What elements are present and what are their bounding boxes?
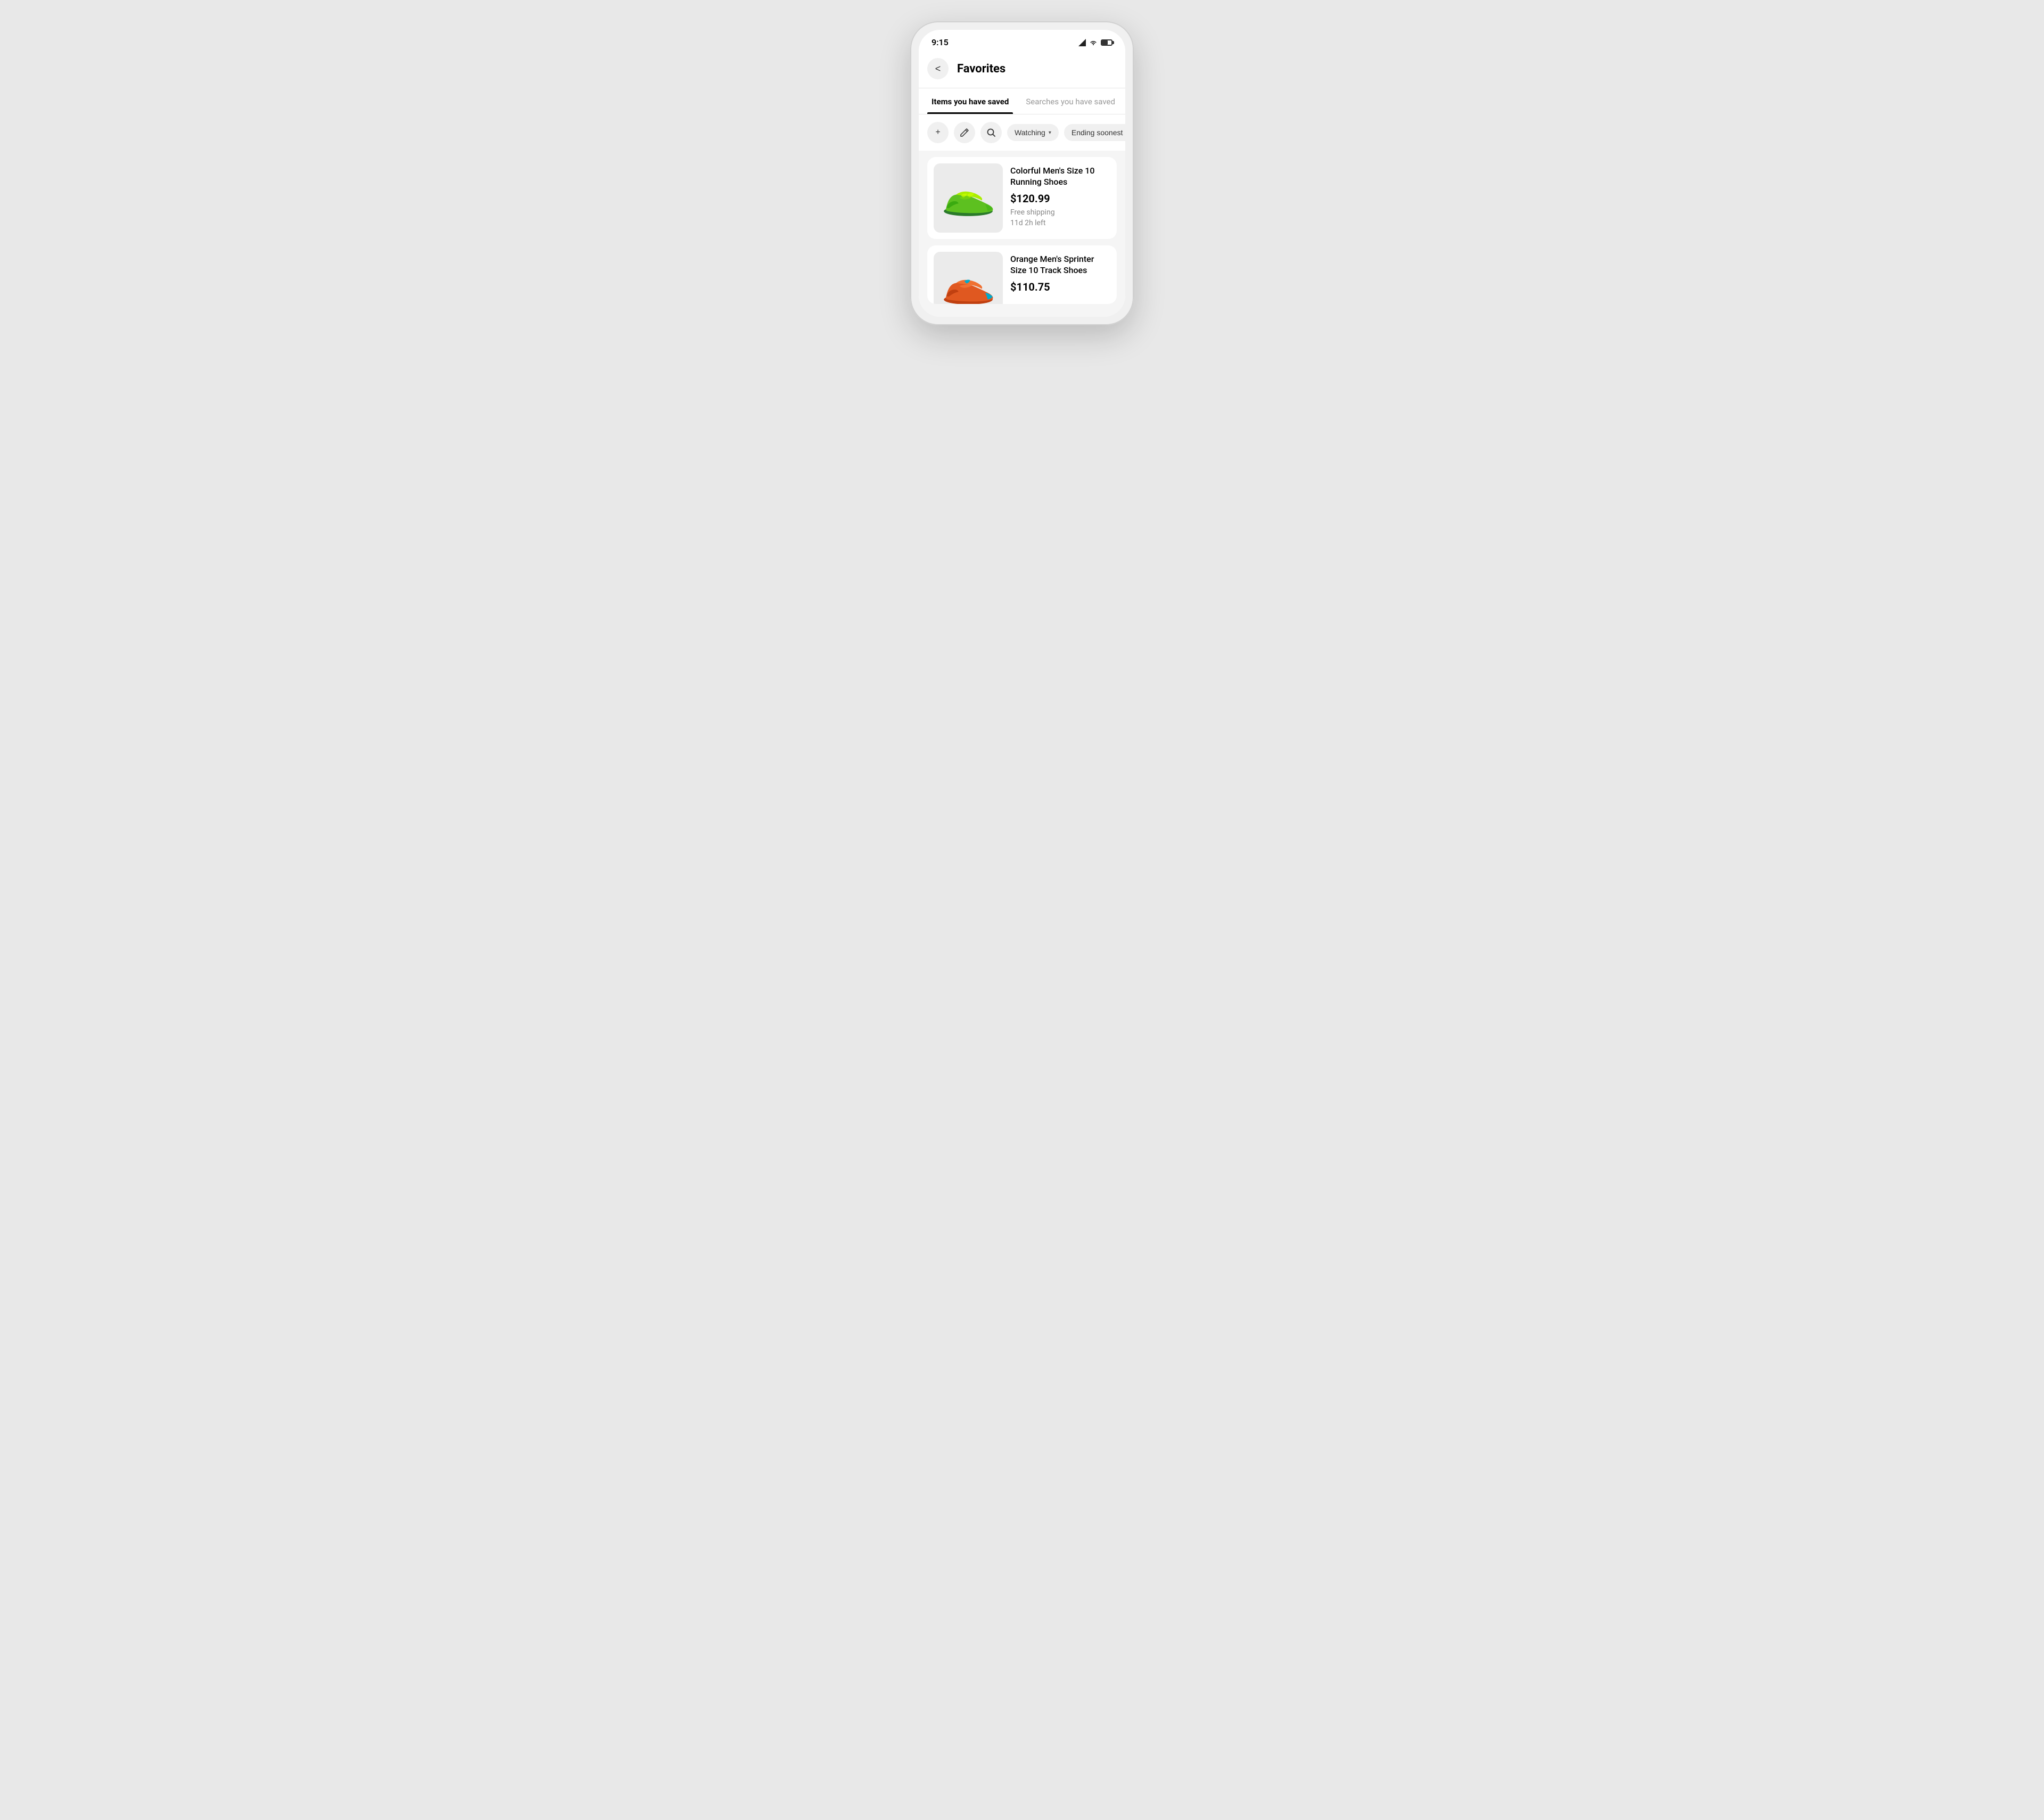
- shoe-image-2: [939, 262, 998, 304]
- tabs-container: Items you have saved Searches you have s…: [919, 88, 1125, 114]
- pencil-icon: [960, 128, 969, 137]
- watching-label: Watching: [1015, 128, 1045, 137]
- item-title-2: Orange Men's Sprinter Size 10 Track Shoe…: [1010, 254, 1110, 276]
- search-icon: [986, 128, 996, 137]
- wifi-icon: [1089, 39, 1098, 46]
- list-item[interactable]: Orange Men's Sprinter Size 10 Track Shoe…: [927, 245, 1117, 304]
- item-image-1: [934, 163, 1003, 233]
- item-details-1: Colorful Men's Size 10 Running Shoes $12…: [1010, 163, 1110, 233]
- item-title-1: Colorful Men's Size 10 Running Shoes: [1010, 166, 1110, 188]
- plus-icon: +: [935, 128, 940, 137]
- item-price-2: $110.75: [1010, 281, 1110, 293]
- watching-filter-button[interactable]: Watching ▾: [1007, 124, 1059, 141]
- phone-screen: 9:15 <: [919, 30, 1125, 317]
- signal-icon: [1078, 39, 1086, 46]
- edit-button[interactable]: [954, 122, 975, 143]
- back-arrow-icon: <: [935, 64, 941, 73]
- item-shipping-1: Free shipping: [1010, 208, 1110, 217]
- add-button[interactable]: +: [927, 122, 949, 143]
- page-title: Favorites: [957, 62, 1005, 76]
- item-details-2: Orange Men's Sprinter Size 10 Track Shoe…: [1010, 252, 1110, 298]
- items-list: Colorful Men's Size 10 Running Shoes $12…: [919, 151, 1125, 317]
- chevron-down-icon: ▾: [1049, 130, 1051, 136]
- status-bar: 9:15: [919, 30, 1125, 52]
- list-item[interactable]: Colorful Men's Size 10 Running Shoes $12…: [927, 157, 1117, 239]
- search-button[interactable]: [980, 122, 1002, 143]
- filter-bar: + Watching ▾ Ending soonest ▾: [919, 114, 1125, 151]
- item-price-1: $120.99: [1010, 192, 1110, 205]
- header: < Favorites: [919, 52, 1125, 88]
- tab-saved-searches[interactable]: Searches you have saved: [1021, 88, 1119, 114]
- item-time-1: 11d 2h left: [1010, 219, 1110, 227]
- phone-frame: 9:15 <: [910, 21, 1134, 325]
- tab-saved-items[interactable]: Items you have saved: [927, 88, 1013, 114]
- status-time: 9:15: [932, 37, 949, 47]
- sorting-label: Ending soonest: [1072, 128, 1123, 137]
- back-button[interactable]: <: [927, 58, 949, 79]
- status-icons: [1078, 39, 1112, 46]
- shoe-image-1: [939, 174, 998, 222]
- item-image-2: [934, 252, 1003, 304]
- battery-icon: [1101, 39, 1112, 46]
- sorting-filter-button[interactable]: Ending soonest ▾: [1064, 124, 1125, 141]
